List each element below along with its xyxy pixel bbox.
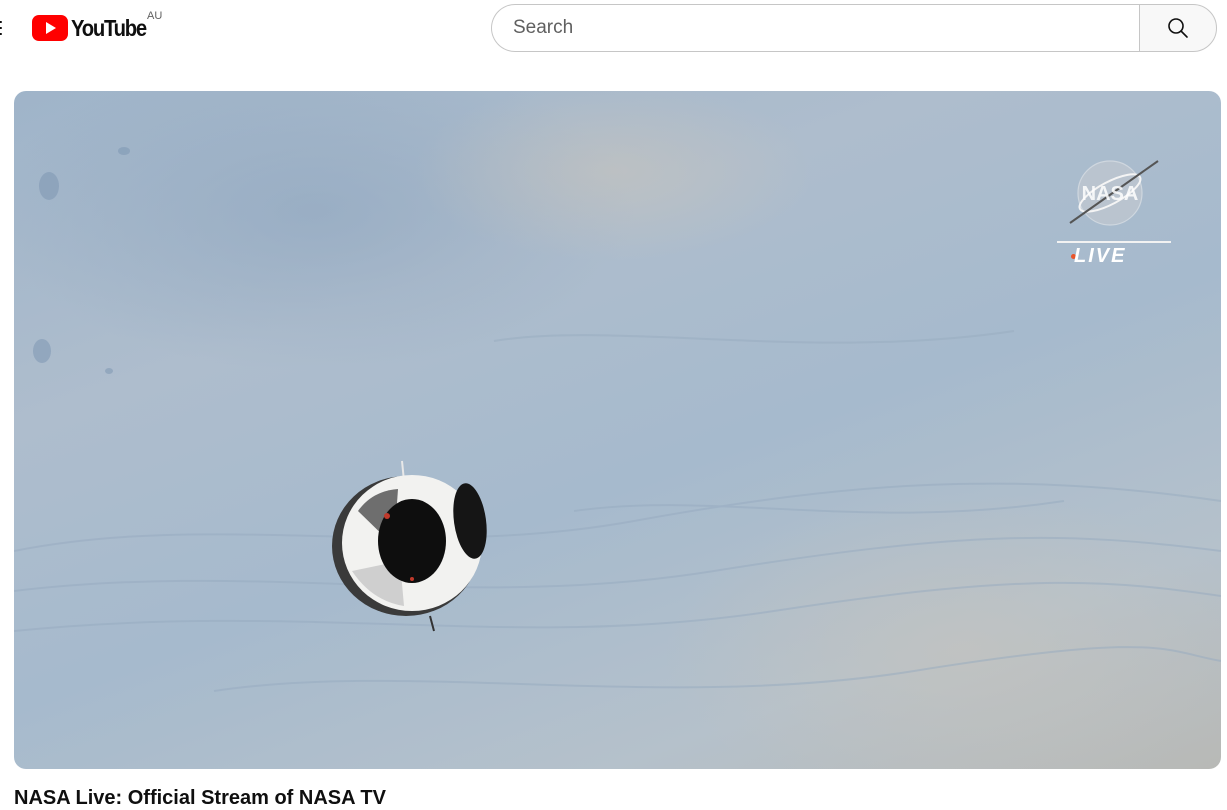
search-input[interactable] [511,16,1139,40]
live-label: LIVE [1074,245,1127,267]
search-box[interactable] [491,4,1139,52]
search-button[interactable] [1139,4,1217,52]
menu-icon[interactable] [0,18,2,38]
youtube-logo[interactable]: YouTube [32,12,156,44]
logo-wordmark: YouTube [71,14,147,41]
search-bar [491,4,1217,52]
country-code: AU [147,10,163,22]
youtube-play-icon [32,15,68,41]
masthead: YouTube AU [0,0,1227,56]
live-divider [1057,241,1171,243]
search-icon [1168,18,1188,38]
video-title: NASA Live: Official Stream of NASA TV [14,787,386,809]
video-frame [14,91,1221,769]
spacecraft-capsule [332,460,487,632]
nasa-live-watermark: NASA LIVE [1054,153,1174,273]
nasa-logo-text: NASA [1082,183,1139,205]
video-player[interactable]: NASA LIVE [14,91,1221,769]
nasa-logo-icon: NASA [1069,160,1159,226]
